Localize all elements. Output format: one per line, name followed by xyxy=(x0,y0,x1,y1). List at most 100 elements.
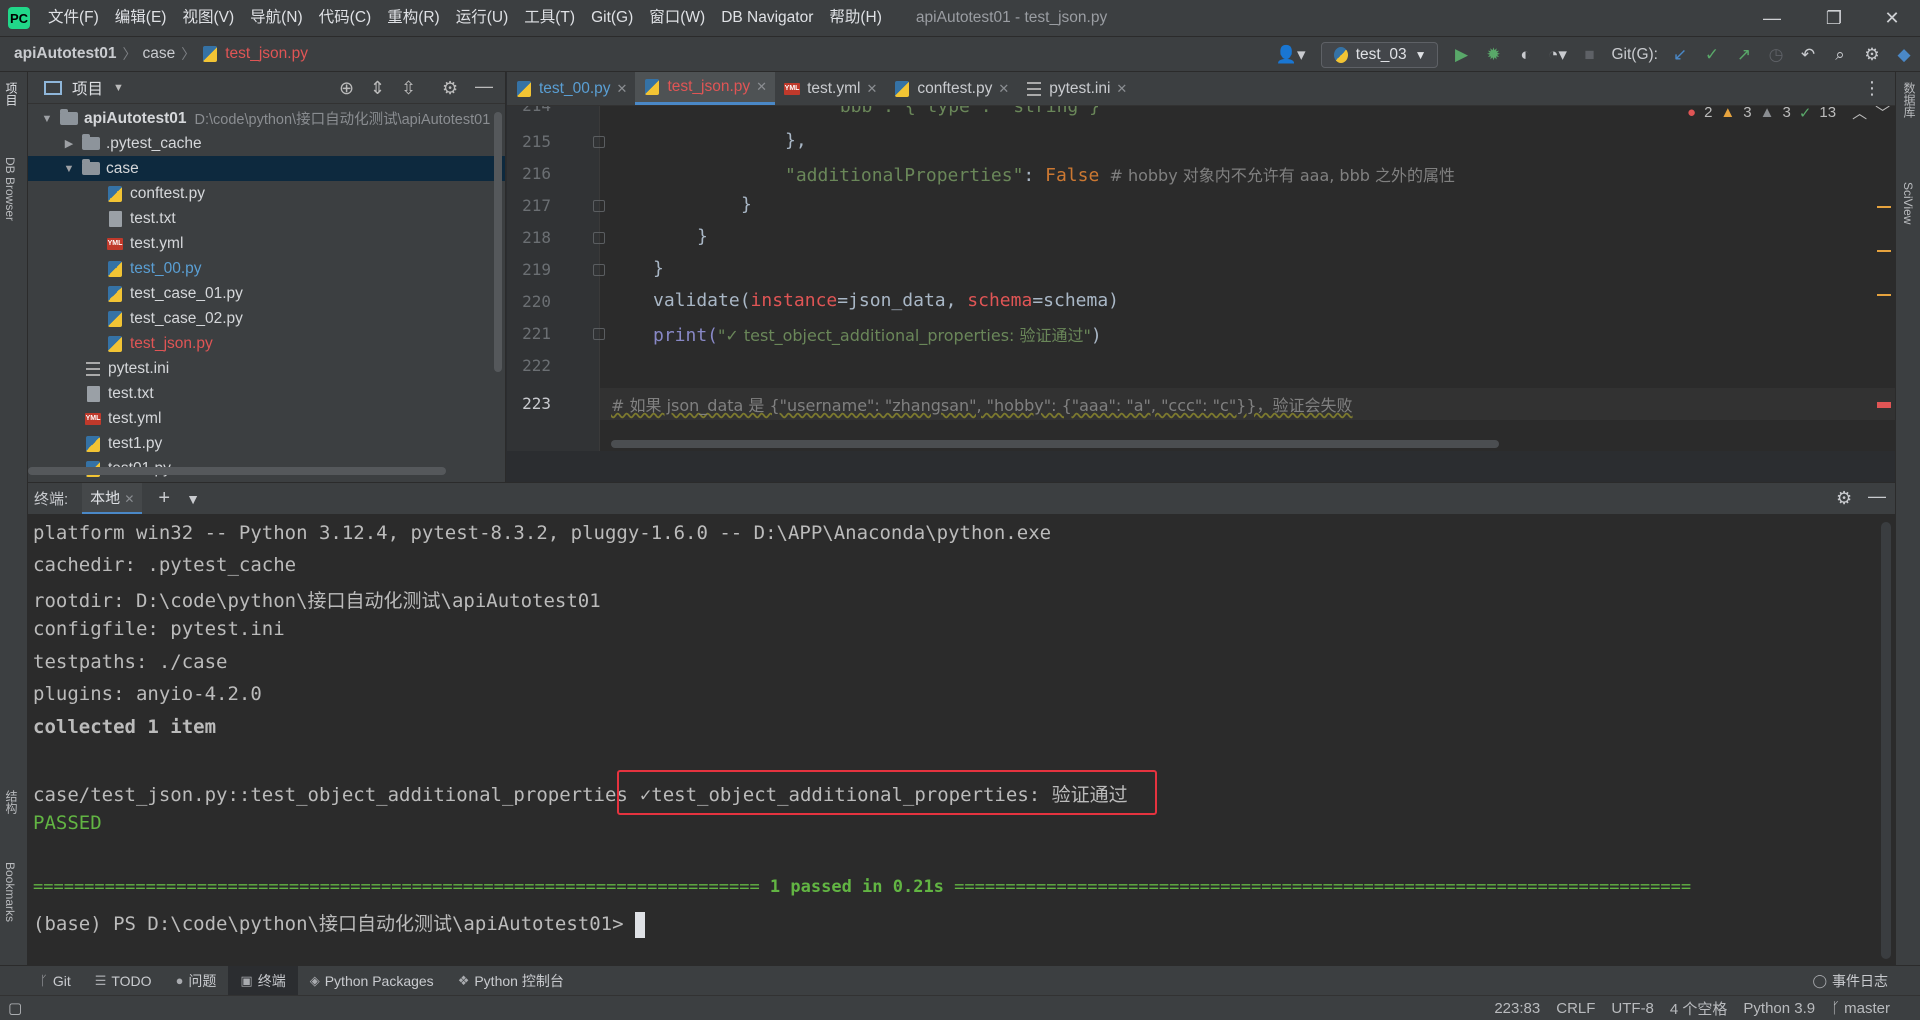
warning-stripe-marker[interactable] xyxy=(1877,206,1891,208)
line-separator[interactable]: CRLF xyxy=(1556,1000,1595,1017)
git-branch[interactable]: master xyxy=(1844,1000,1890,1017)
close-icon[interactable]: ✕ xyxy=(617,81,628,97)
cursor-position[interactable]: 223:83 xyxy=(1494,1000,1540,1017)
run-icon[interactable]: ▶ xyxy=(1446,38,1478,72)
coverage-icon[interactable]: ◐ xyxy=(1510,38,1542,72)
menu-window[interactable]: 窗口(W) xyxy=(641,0,713,36)
tab-pytest-ini[interactable]: pytest.ini ✕ xyxy=(1017,72,1135,105)
menu-code[interactable]: 代码(C) xyxy=(311,0,380,36)
close-icon[interactable]: ✕ xyxy=(1116,81,1127,97)
fold-marker-icon[interactable] xyxy=(593,200,605,212)
fold-marker-icon[interactable] xyxy=(593,136,605,148)
breadcrumb-folder[interactable]: case xyxy=(143,45,176,63)
git-update-icon[interactable]: ↙ xyxy=(1664,38,1696,72)
tool-tab-python-packages[interactable]: ◈ Python Packages xyxy=(298,966,446,996)
inspection-widget[interactable]: ● 2 ▲ 3 ▲ 3 ✓ 13 ︿ ﹀ xyxy=(1687,106,1890,123)
add-terminal-icon[interactable]: + xyxy=(158,487,170,510)
tree-item-root-test-txt[interactable]: test.txt xyxy=(28,381,505,406)
tool-tab-todo[interactable]: ☰ TODO xyxy=(83,966,164,996)
horizontal-scrollbar[interactable] xyxy=(28,467,446,475)
structure-tool-tab[interactable]: 结构 xyxy=(3,790,20,814)
tree-item-test-txt[interactable]: test.txt xyxy=(28,206,505,231)
tab-test-yml[interactable]: YML test.yml ✕ xyxy=(775,72,885,105)
fold-marker-icon[interactable] xyxy=(593,264,605,276)
tab-test-00[interactable]: test_00.py ✕ xyxy=(507,72,635,105)
file-encoding[interactable]: UTF-8 xyxy=(1611,1000,1654,1017)
settings-icon[interactable]: ⚙ xyxy=(1856,38,1888,72)
vertical-scrollbar[interactable] xyxy=(1881,522,1891,959)
bookmarks-tool-tab[interactable]: Bookmarks xyxy=(3,862,17,922)
jetbrains-toolbox-icon[interactable]: ◆ xyxy=(1888,38,1920,72)
debug-icon[interactable]: ✹ xyxy=(1478,38,1510,72)
terminal-tab-local[interactable]: 本地 ✕ xyxy=(82,482,143,515)
close-icon[interactable]: ✕ xyxy=(756,79,767,95)
terminal-output[interactable]: platform win32 -- Python 3.12.4, pytest-… xyxy=(28,514,1895,965)
chevron-down-icon[interactable]: ▼ xyxy=(186,491,200,507)
chevron-down-icon[interactable]: ▼ xyxy=(40,113,54,125)
gear-icon[interactable]: ⚙ xyxy=(442,78,458,99)
gear-icon[interactable]: ⚙ xyxy=(1836,488,1852,509)
git-commit-icon[interactable]: ✓ xyxy=(1696,38,1728,72)
menu-navigate[interactable]: 导航(N) xyxy=(242,0,311,36)
python-interpreter[interactable]: Python 3.9 xyxy=(1743,1000,1815,1017)
tree-item-test-00[interactable]: test_00.py xyxy=(28,256,505,281)
tree-item-test-yml[interactable]: YML test.yml xyxy=(28,231,505,256)
tree-item-pytest-cache[interactable]: ▶ .pytest_cache xyxy=(28,131,505,156)
menu-view[interactable]: 视图(V) xyxy=(174,0,242,36)
menu-file[interactable]: 文件(F) xyxy=(40,0,107,36)
chevron-down-icon[interactable]: ▼ xyxy=(62,163,76,175)
hide-panel-icon[interactable]: — xyxy=(475,76,493,97)
tool-tab-python-console[interactable]: ❖ Python 控制台 xyxy=(446,966,576,996)
tool-tab-event-log[interactable]: ◯ 事件日志 xyxy=(1800,966,1900,996)
run-configuration-select[interactable]: test_03 ▼ xyxy=(1320,42,1438,68)
database-tool-tab[interactable]: 数据库 xyxy=(1901,82,1918,118)
menu-db-navigator[interactable]: DB Navigator xyxy=(713,0,821,36)
close-icon[interactable]: ✕ xyxy=(124,492,134,506)
search-icon[interactable]: ⌕ xyxy=(1824,38,1856,72)
close-icon[interactable]: ✕ xyxy=(1866,0,1918,36)
chevron-down-icon[interactable]: ﹀ xyxy=(1875,106,1890,123)
tree-item-case[interactable]: ▼ case xyxy=(28,156,505,181)
tree-item-conftest[interactable]: conftest.py xyxy=(28,181,505,206)
collapse-all-icon[interactable]: ⇳ xyxy=(401,78,416,99)
restore-icon[interactable]: ❐ xyxy=(1808,0,1860,36)
locate-icon[interactable]: ⊕ xyxy=(339,78,354,99)
hide-panel-icon[interactable]: — xyxy=(1868,486,1886,507)
tree-item-test1[interactable]: test1.py xyxy=(28,431,505,456)
warning-stripe-marker[interactable] xyxy=(1877,294,1891,296)
tree-item-test-json[interactable]: test_json.py xyxy=(28,331,505,356)
profile-icon[interactable]: ◔▾ xyxy=(1542,38,1574,72)
close-icon[interactable]: ✕ xyxy=(998,81,1009,97)
code-editor[interactable]: 214 215 216 217 218 219 220 221 222 223 … xyxy=(507,106,1895,451)
chevron-right-icon[interactable]: ▶ xyxy=(62,137,76,150)
git-push-icon[interactable]: ↗ xyxy=(1728,38,1760,72)
fold-marker-icon[interactable] xyxy=(593,232,605,244)
breadcrumb-project[interactable]: apiAutotest01 xyxy=(14,45,117,63)
menu-tools[interactable]: 工具(T) xyxy=(516,0,583,36)
horizontal-scrollbar[interactable] xyxy=(611,440,1499,448)
more-tabs-icon[interactable]: ⋮ xyxy=(1863,78,1881,99)
git-history-icon[interactable]: ◷ xyxy=(1760,38,1792,72)
breadcrumb-file[interactable]: test_json.py xyxy=(225,45,308,63)
vertical-scrollbar[interactable] xyxy=(494,112,502,372)
rollback-icon[interactable]: ↶ xyxy=(1792,38,1824,72)
tab-test-json[interactable]: test_json.py ✕ xyxy=(635,72,776,105)
project-tool-tab[interactable]: 项目 xyxy=(3,82,20,106)
tree-item-pytest-ini[interactable]: pytest.ini xyxy=(28,356,505,381)
menu-edit[interactable]: 编辑(E) xyxy=(107,0,175,36)
tree-item-root-test-yml[interactable]: YML test.yml xyxy=(28,406,505,431)
tree-item-test-case-02[interactable]: test_case_02.py xyxy=(28,306,505,331)
menu-help[interactable]: 帮助(H) xyxy=(821,0,890,36)
error-stripe-marker[interactable] xyxy=(1877,402,1891,408)
chevron-down-icon[interactable]: ▼ xyxy=(113,82,124,94)
project-panel-title[interactable]: 项目 xyxy=(72,77,103,99)
tree-item-test-case-01[interactable]: test_case_01.py xyxy=(28,281,505,306)
tool-tab-git[interactable]: ᚴ Git xyxy=(28,966,83,996)
minimize-icon[interactable]: — xyxy=(1746,0,1798,36)
tool-tab-problems[interactable]: ● 问题 xyxy=(164,966,229,996)
menu-git[interactable]: Git(G) xyxy=(583,0,641,36)
tab-conftest[interactable]: conftest.py ✕ xyxy=(885,72,1017,105)
tree-root[interactable]: ▼ apiAutotest01 D:\code\python\接口自动化测试\a… xyxy=(28,106,505,131)
menu-run[interactable]: 运行(U) xyxy=(448,0,517,36)
stop-icon[interactable]: ■ xyxy=(1574,38,1606,72)
